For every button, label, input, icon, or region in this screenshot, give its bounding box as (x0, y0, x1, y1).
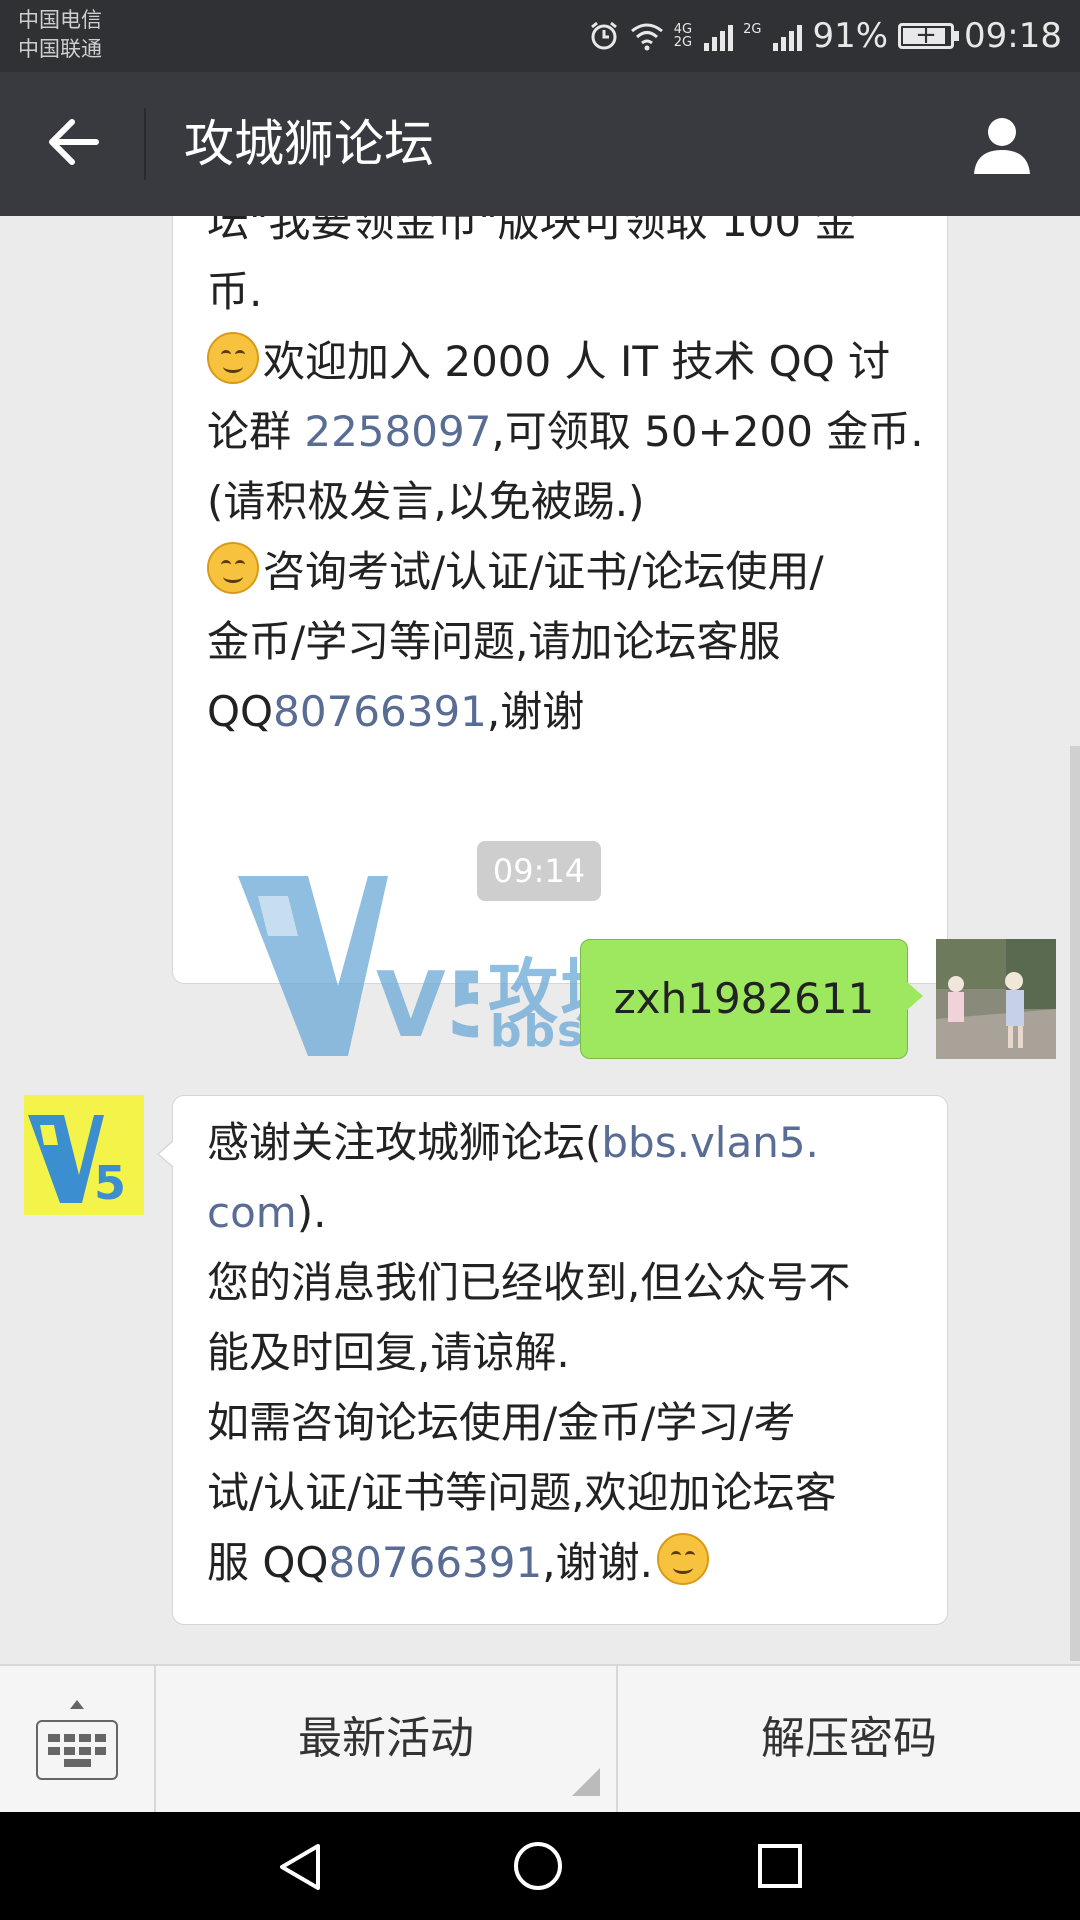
menu-unzip-password[interactable]: 解压密码 (618, 1666, 1080, 1812)
status-icons: 4G 2G 2G 91% + 09:18 (588, 0, 1062, 72)
message-line: QQ80766391,谢谢 (207, 687, 585, 736)
signal-icon-1 (704, 21, 734, 51)
message-line: com). (207, 1188, 327, 1237)
qq-service-link[interactable]: 80766391 (328, 1538, 542, 1587)
svg-text:5: 5 (94, 1156, 126, 1210)
message-timestamp: 09:14 (477, 841, 601, 901)
menu-label: 最新活动 (298, 1713, 474, 1764)
menu-label: 解压密码 (761, 1713, 937, 1764)
carrier-2: 中国联通 (18, 37, 102, 61)
message-line: 币. (207, 267, 263, 316)
smile-emoji-icon (207, 332, 259, 384)
forum-link[interactable]: bbs.vlan5. (601, 1118, 819, 1167)
network-label-1: 4G 2G (673, 22, 693, 50)
title-divider (144, 108, 146, 180)
message-line: 试/认证/证书等问题,欢迎加论坛客 (207, 1468, 837, 1517)
network-label-2: 2G (743, 22, 762, 37)
message-line: 您的消息我们已经收到,但公众号不 (207, 1258, 851, 1307)
qq-service-link[interactable]: 80766391 (273, 687, 487, 736)
profile-button[interactable] (970, 112, 1034, 176)
status-bar: 中国电信 中国联通 4G 2G 2G 91% + 09:18 (0, 0, 1080, 72)
smile-emoji-icon (656, 1533, 709, 1585)
status-time: 09:18 (964, 16, 1062, 56)
chevron-up-icon (70, 1700, 84, 1709)
nav-home-icon[interactable] (514, 1842, 562, 1890)
message-line: 欢迎加入 2000 人 IT 技术 QQ 讨 (207, 327, 927, 397)
profile-icon (974, 118, 1030, 174)
message-line: 感谢关注攻城狮论坛(bbs.vlan5. (207, 1118, 819, 1167)
menu-latest-activities[interactable]: 最新活动 (156, 1666, 618, 1812)
battery-icon: + (898, 20, 960, 50)
sent-message-bubble[interactable]: zxh1982611 (580, 939, 923, 1059)
forum-link[interactable]: com (207, 1188, 297, 1237)
keyboard-icon (36, 1720, 118, 1780)
nav-back-icon[interactable] (276, 1842, 324, 1892)
submenu-indicator-icon (572, 1768, 600, 1796)
back-arrow-icon (49, 119, 99, 165)
message-line: 金币/学习等问题,请加论坛客服 (207, 617, 781, 666)
alarm-icon (590, 21, 617, 50)
carrier-1: 中国电信 (18, 8, 102, 32)
scrollbar[interactable] (1070, 746, 1080, 1661)
battery-percent: 91% (812, 16, 889, 56)
message-line: (请积极发言,以免被踢.) (207, 477, 645, 526)
carrier-info: 中国电信 中国联通 (18, 6, 102, 64)
title-bar: 攻城狮论坛 (0, 72, 1080, 216)
back-button[interactable] (46, 112, 106, 172)
user-avatar[interactable] (936, 939, 1056, 1059)
message-line: 坛"我要领金币"版块可领取 100 金 (207, 216, 857, 246)
chat-area[interactable]: 坛"我要领金币"版块可领取 100 金 币. 欢迎加入 2000 人 IT 技术… (0, 216, 1080, 1664)
nav-recent-icon[interactable] (758, 1844, 802, 1888)
message-line: 如需咨询论坛使用/金币/学习/考 (207, 1398, 796, 1447)
bottom-menu-bar: 最新活动 解压密码 (0, 1664, 1080, 1812)
message-line: 服 QQ80766391,谢谢. (207, 1528, 913, 1598)
system-nav-bar (0, 1812, 1080, 1920)
official-account-avatar[interactable]: 5 (24, 1095, 144, 1215)
message-line: 论群 2258097,可领取 50+200 金币. (207, 407, 924, 456)
page-title: 攻城狮论坛 (184, 115, 434, 173)
wink-emoji-icon (207, 542, 259, 594)
wifi-icon (630, 23, 663, 51)
keyboard-toggle-button[interactable] (0, 1666, 156, 1812)
user-photo-icon (936, 939, 1056, 1059)
qq-group-link[interactable]: 2258097 (304, 407, 491, 456)
message-bubble[interactable]: 感谢关注攻城狮论坛(bbs.vlan5. com). 您的消息我们已经收到,但公… (157, 1095, 948, 1625)
message-line: 咨询考试/认证/证书/论坛使用/ (207, 537, 927, 607)
message-line: 能及时回复,请谅解. (207, 1328, 570, 1377)
v5-logo-icon: 5 (24, 1095, 144, 1215)
signal-icon-2 (773, 21, 803, 51)
